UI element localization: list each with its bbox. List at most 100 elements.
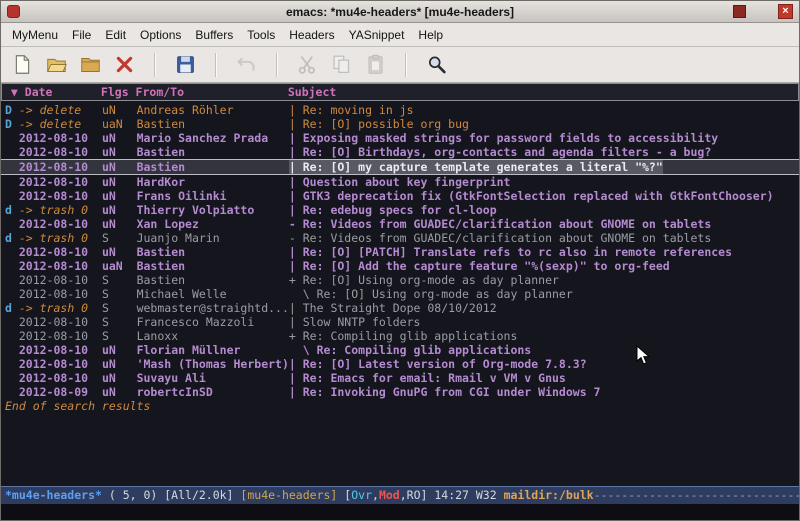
- header-row[interactable]: d -> trash 0 S webmaster@straightd...| T…: [1, 301, 799, 315]
- modeline-seg-dashes: --------------------------------------: [594, 488, 799, 502]
- header-seg-unread: uN: [88, 385, 136, 399]
- header-seg-read: 2012-08-10: [19, 329, 88, 343]
- header-seg-unread: Bastien: [137, 245, 289, 259]
- window-maximize-button[interactable]: [733, 5, 746, 18]
- header-seg-unread: | Re: edebug specs for cl-loop: [289, 203, 497, 217]
- header-seg-read: Lanoxx: [137, 329, 289, 343]
- menu-item-edit[interactable]: Edit: [98, 24, 133, 46]
- header-seg-unread: 2012-08-10: [19, 259, 88, 273]
- header-row[interactable]: 2012-08-10 S Michael Welle \ Re: [O] Usi…: [1, 287, 799, 301]
- modeline-seg-folder: maildir:/bulk: [504, 488, 594, 502]
- header-row[interactable]: D -> delete uN Andreas Röhler | Re: movi…: [1, 103, 799, 117]
- header-seg-read: [5, 287, 19, 301]
- header-seg-unread: uN: [88, 371, 136, 385]
- header-seg-unread: uN: [88, 245, 136, 259]
- header-row-current[interactable]: 2012-08-10 uN Bastien | Re: [O] my captu…: [1, 159, 799, 175]
- header-seg-read: webmaster@straightd...: [137, 301, 289, 315]
- header-row[interactable]: 2012-08-10 uN Frans Oilinki | GTK3 depre…: [1, 189, 799, 203]
- header-seg-mark: D: [5, 117, 19, 131]
- header-row[interactable]: 2012-08-10 uN Xan Lopez - Re: Videos fro…: [1, 217, 799, 231]
- header-seg-unread: Bastien: [137, 259, 289, 273]
- open-file-icon[interactable]: [43, 51, 70, 78]
- menu-item-tools[interactable]: Tools: [240, 24, 282, 46]
- header-seg-orange: | Re: [O] possible org bug: [289, 117, 469, 131]
- header-seg-unread: 2012-08-10: [19, 160, 88, 174]
- menu-item-mymenu[interactable]: MyMenu: [5, 24, 65, 46]
- header-seg-read: \ Re: [O] Using org-mode as day planner: [289, 287, 573, 301]
- header-seg-action: -> trash 0: [19, 231, 88, 245]
- header-seg-read: + Re: [O] Using org-mode as day planner: [289, 273, 559, 287]
- header-seg-mark: d: [5, 301, 19, 315]
- menu-item-help[interactable]: Help: [411, 24, 450, 46]
- header-seg-read: [5, 343, 19, 357]
- menu-item-options[interactable]: Options: [133, 24, 188, 46]
- header-row[interactable]: 2012-08-10 uN Suvayu Ali | Re: Emacs for…: [1, 371, 799, 385]
- menu-item-buffers[interactable]: Buffers: [188, 24, 240, 46]
- header-row[interactable]: 2012-08-10 S Bastien + Re: [O] Using org…: [1, 273, 799, 287]
- header-row[interactable]: 2012-08-10 S Francesco Mazzoli | Slow NN…: [1, 315, 799, 329]
- header-row[interactable]: 2012-08-09 uN robertcInSD | Re: Invoking…: [1, 385, 799, 399]
- header-seg-orange: uN: [88, 103, 136, 117]
- menu-item-file[interactable]: File: [65, 24, 98, 46]
- header-seg-unread: Frans Oilinki: [137, 189, 289, 203]
- header-row[interactable]: d -> trash 0 uN Thierry Volpiatto | Re: …: [1, 203, 799, 217]
- header-seg-unread: 2012-08-10: [19, 145, 88, 159]
- window-close-button[interactable]: ×: [778, 4, 793, 19]
- header-row[interactable]: d -> trash 0 S Juanjo Marin - Re: Videos…: [1, 231, 799, 245]
- modeline-seg-ovr: Ovr: [351, 488, 372, 502]
- header-seg-read: [5, 273, 19, 287]
- header-row[interactable]: 2012-08-10 uN Bastien | Re: [O] Birthday…: [1, 145, 799, 159]
- header-seg-unread: | Exposing masked strings for password f…: [289, 131, 718, 145]
- titlebar-buttons: ×: [733, 4, 793, 19]
- save-icon[interactable]: [172, 51, 199, 78]
- header-seg-unread: robertcInSD: [137, 385, 289, 399]
- header-seg-unread: uN: [88, 160, 136, 174]
- header-seg-read: [5, 329, 19, 343]
- toolbar-separator: [276, 53, 278, 77]
- header-seg-read: Francesco Mazzoli: [137, 315, 289, 329]
- header-seg-read: [5, 160, 19, 174]
- header-line[interactable]: ▼ Date Flgs From/To Subject: [1, 83, 799, 101]
- header-row[interactable]: D -> delete uaN Bastien | Re: [O] possib…: [1, 117, 799, 131]
- emacs-frame: ▼ Date Flgs From/To Subject D -> delete …: [1, 83, 799, 520]
- header-seg-read: - Re: Videos from GUADEC/clarification a…: [289, 231, 711, 245]
- header-seg-unread: Xan Lopez: [137, 217, 289, 231]
- header-seg-hlsub: | Re: [O] my capture template generates …: [289, 160, 663, 174]
- header-seg-unread: 2012-08-10: [19, 245, 88, 259]
- header-seg-unread: 2012-08-10: [19, 175, 88, 189]
- header-seg-read: Bastien: [137, 273, 289, 287]
- titlebar[interactable]: emacs: *mu4e-headers* [mu4e-headers] ×: [1, 1, 799, 23]
- header-row[interactable]: 2012-08-10 uN Florian Müllner \ Re: Comp…: [1, 343, 799, 357]
- paste-icon: [362, 51, 389, 78]
- header-seg-unread: Bastien: [137, 145, 289, 159]
- toolbar: [1, 47, 799, 83]
- kill-buffer-icon[interactable]: [111, 51, 138, 78]
- toolbar-separator: [215, 53, 217, 77]
- undo-icon: [233, 51, 260, 78]
- header-seg-read: S: [88, 315, 136, 329]
- search-icon[interactable]: [423, 51, 450, 78]
- header-seg-read: [5, 175, 19, 189]
- header-seg-read: | The Straight Dope 08/10/2012: [289, 301, 497, 315]
- new-file-icon[interactable]: [9, 51, 36, 78]
- header-seg-mark: D: [5, 103, 19, 117]
- menu-item-headers[interactable]: Headers: [282, 24, 341, 46]
- mode-line[interactable]: *mu4e-headers* ( 5, 0) [All/2.0k] [mu4e-…: [1, 486, 799, 504]
- menu-item-yasnippet[interactable]: YASnippet: [342, 24, 412, 46]
- header-seg-unread: \ Re: Compiling glib applications: [289, 343, 531, 357]
- header-row[interactable]: 2012-08-10 S Lanoxx + Re: Compiling glib…: [1, 329, 799, 343]
- header-seg-action: -> trash 0: [19, 203, 88, 217]
- header-row[interactable]: 2012-08-10 uN HardKor | Question about k…: [1, 175, 799, 189]
- header-row[interactable]: 2012-08-10 uN Bastien | Re: [O] [PATCH] …: [1, 245, 799, 259]
- header-row[interactable]: 2012-08-10 uaN Bastien | Re: [O] Add the…: [1, 259, 799, 273]
- header-row[interactable]: 2012-08-10 uN 'Mash (Thomas Herbert)| Re…: [1, 357, 799, 371]
- header-seg-action: -> delete: [19, 117, 88, 131]
- echo-area[interactable]: [1, 504, 799, 520]
- header-seg-read: 2012-08-10: [19, 315, 88, 329]
- dired-folder-icon[interactable]: [77, 51, 104, 78]
- header-seg-unread: uN: [88, 217, 136, 231]
- header-row[interactable]: 2012-08-10 uN Mario Sanchez Prada | Expo…: [1, 131, 799, 145]
- header-seg-read: [5, 145, 19, 159]
- emacs-window: emacs: *mu4e-headers* [mu4e-headers] × M…: [0, 0, 800, 521]
- header-seg-read: S: [88, 231, 136, 245]
